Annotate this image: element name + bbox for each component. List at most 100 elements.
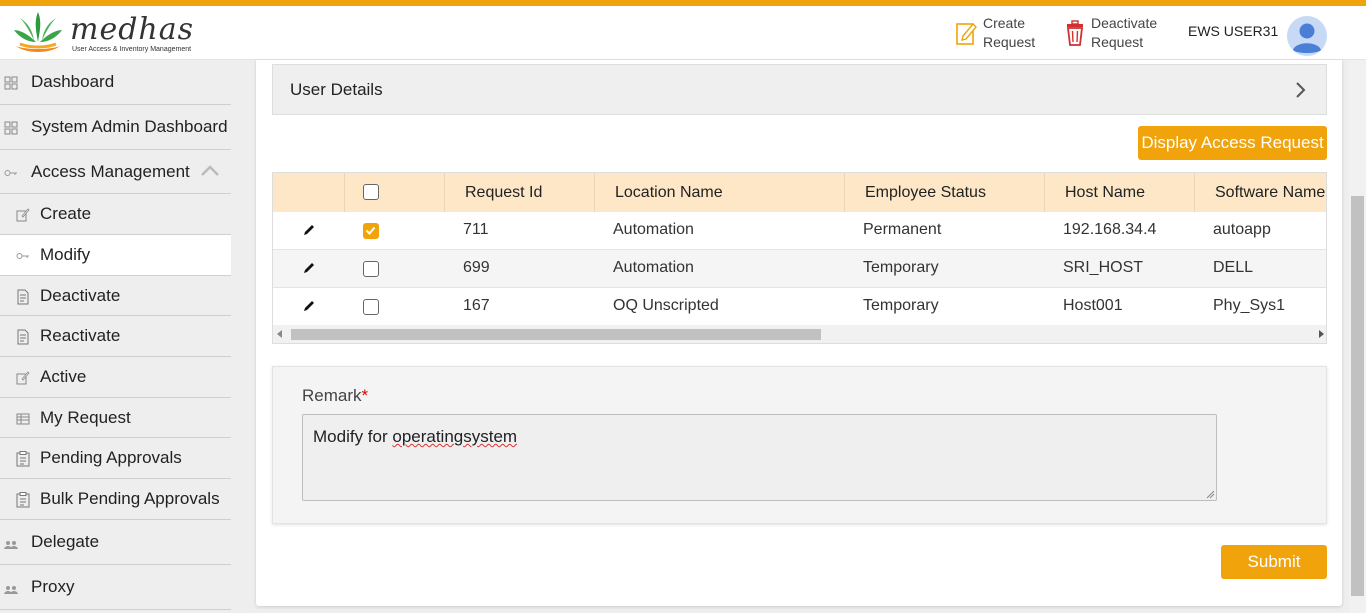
sidebar-item-proxy[interactable]: Proxy <box>0 565 231 610</box>
sidebar-item-reactivate[interactable]: Reactivate <box>0 316 231 357</box>
people-icon <box>4 580 18 594</box>
key-icon <box>16 248 30 262</box>
scroll-left-arrow-icon[interactable] <box>277 330 283 338</box>
resize-handle-icon[interactable] <box>1205 489 1215 499</box>
sidebar-item-access-management[interactable]: Access Management <box>0 150 231 194</box>
document-icon <box>16 329 30 345</box>
header-select-col <box>345 173 445 212</box>
grid-icon <box>4 120 18 135</box>
sidebar: Dashboard System Admin Dashboard Access Ma… <box>0 60 232 613</box>
remark-label-text: Remark <box>302 386 362 405</box>
document-icon <box>16 289 30 304</box>
edit-pencil-icon[interactable] <box>302 299 316 313</box>
sidebar-item-active[interactable]: Active <box>0 357 231 398</box>
remark-label: Remark* <box>302 386 368 406</box>
table-icon <box>16 411 30 425</box>
cell-software-name: autoapp <box>1213 221 1271 238</box>
cell-host-name: Host001 <box>1063 297 1123 314</box>
sidebar-item-label: Pending Approvals <box>40 448 182 467</box>
cell-host-name: 192.168.34.4 <box>1063 221 1157 238</box>
logo-wordmark: medhas <box>70 12 195 47</box>
table-horizontal-scrollbar[interactable] <box>273 325 1326 343</box>
table-row[interactable]: 711 Automation Permanent 192.168.34.4 autoap… <box>273 212 1326 250</box>
sidebar-item-deactivate[interactable]: Deactivate <box>0 276 231 316</box>
remark-value-word: operatingsystem <box>392 427 518 446</box>
sidebar-item-delegate[interactable]: Delegate <box>0 520 231 565</box>
deactivate-request-line2: Request <box>1091 34 1144 50</box>
select-all-checkbox[interactable] <box>363 184 379 200</box>
table-header: Request Id Location Name Employee Status… <box>273 173 1326 212</box>
scroll-right-arrow-icon[interactable] <box>1318 330 1324 338</box>
logo-leaf-icon <box>14 12 62 52</box>
edit-icon <box>16 370 30 385</box>
user-details-accordion[interactable]: User Details <box>272 64 1327 115</box>
row-select-checkbox[interactable] <box>363 223 379 239</box>
cell-location-name: Automation <box>613 221 694 238</box>
create-request-button[interactable]: Create Request <box>955 14 1053 52</box>
remark-textarea[interactable]: Modify for operatingsystem <box>302 414 1217 501</box>
create-request-line1: Create <box>983 15 1026 31</box>
header-edit-col <box>273 173 345 212</box>
table-row[interactable]: 699 Automation Temporary SRI_HOST DELL <box>273 250 1326 288</box>
sidebar-item-modify[interactable]: Modify <box>0 235 231 276</box>
deactivate-request-button[interactable]: Deactivate Request <box>1065 14 1171 52</box>
sidebar-item-label: Deactivate <box>40 285 121 305</box>
clipboard-icon <box>16 451 30 467</box>
required-asterisk: * <box>361 386 369 405</box>
create-request-line2: Request <box>983 34 1036 50</box>
grid-icon <box>4 75 18 90</box>
clipboard-icon <box>16 492 30 508</box>
cell-employee-status: Permanent <box>863 221 942 238</box>
key-icon <box>4 165 18 179</box>
sidebar-item-label: Reactivate <box>40 326 121 345</box>
header-host-name[interactable]: Host Name <box>1045 173 1195 212</box>
user-avatar-icon <box>1287 16 1327 56</box>
edit-pencil-icon[interactable] <box>302 261 316 275</box>
header-employee-status[interactable]: Employee Status <box>845 173 1045 212</box>
app-logo[interactable]: medhas User Access & Inventory Managemen… <box>10 8 193 58</box>
logo-subtitle: User Access & Inventory Management <box>72 46 192 53</box>
display-access-request-button[interactable]: Display Access Request <box>1138 126 1327 160</box>
cell-software-name: DELL <box>1213 259 1254 276</box>
cell-request-id: 167 <box>463 297 490 314</box>
sidebar-item-label: Proxy <box>31 577 75 596</box>
cell-software-name: Phy_Sys1 <box>1213 297 1286 314</box>
access-request-table: Request Id Location Name Employee Status… <box>272 172 1327 344</box>
edit-pencil-icon[interactable] <box>302 223 316 237</box>
sidebar-item-label: Modify <box>40 245 91 264</box>
header-software-name[interactable]: Software Name <box>1195 173 1326 212</box>
header-request-id[interactable]: Request Id <box>445 173 595 212</box>
submit-button[interactable]: Submit <box>1221 545 1327 579</box>
sidebar-item-label: System Admin Dashboard <box>31 117 228 136</box>
sidebar-item-create[interactable]: Create <box>0 194 231 235</box>
row-select-checkbox[interactable] <box>363 299 379 315</box>
cell-request-id: 711 <box>463 221 489 238</box>
sidebar-item-pending-approvals[interactable]: Pending Approvals <box>0 438 231 479</box>
sidebar-item-label: My Request <box>40 407 131 427</box>
table-row[interactable]: 167 OQ Unscripted Temporary Host001 Phy_Sys1 <box>273 288 1326 326</box>
deactivate-request-line1: Deactivate <box>1091 15 1158 31</box>
cell-employee-status: Temporary <box>863 259 939 276</box>
chevron-up-icon[interactable] <box>201 162 219 182</box>
cell-request-id: 699 <box>463 259 490 276</box>
table-scroll-thumb[interactable] <box>291 329 821 340</box>
edit-note-icon <box>956 22 977 45</box>
sidebar-item-bulk-pending-approvals[interactable]: Bulk Pending Approvals <box>0 479 231 520</box>
edit-icon <box>16 207 30 222</box>
header-location-name[interactable]: Location Name <box>595 173 845 212</box>
chevron-right-icon <box>1296 82 1306 98</box>
user-name[interactable]: EWS USER31 <box>1188 23 1278 39</box>
row-select-checkbox[interactable] <box>363 261 379 277</box>
cell-location-name: OQ Unscripted <box>613 297 719 314</box>
user-details-label: User Details <box>290 79 383 99</box>
cell-location-name: Automation <box>613 259 694 276</box>
sidebar-item-label: Access Management <box>31 161 190 181</box>
trash-icon <box>1066 20 1084 46</box>
sidebar-item-my-request[interactable]: My Request <box>0 398 231 438</box>
sidebar-item-dashboard[interactable]: Dashboard <box>0 60 231 105</box>
sidebar-item-system-admin-dashboard[interactable]: System Admin Dashboard <box>0 105 231 150</box>
people-icon <box>4 535 18 549</box>
sidebar-item-label: Create <box>40 204 92 223</box>
page-scroll-thumb[interactable] <box>1351 196 1364 596</box>
user-avatar[interactable] <box>1287 16 1327 56</box>
